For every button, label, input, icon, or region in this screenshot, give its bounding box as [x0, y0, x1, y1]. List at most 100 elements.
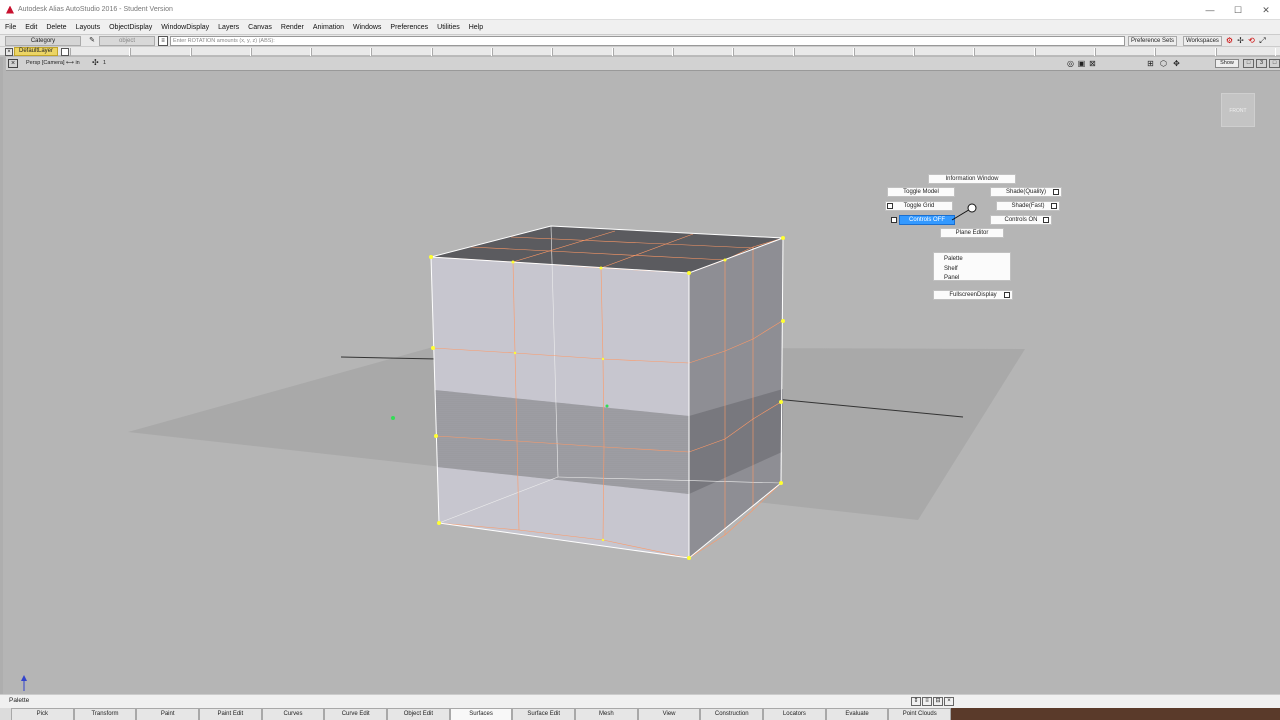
sphere-icon[interactable]: ⬡: [1157, 58, 1170, 69]
menu-windows[interactable]: Windows: [353, 24, 381, 31]
controls-on-option-icon[interactable]: [1043, 217, 1049, 223]
workspace-icons: ⚙ ✢ ⟲ ⤢: [1224, 35, 1268, 46]
show-button[interactable]: Show: [1215, 59, 1239, 68]
menu-utilities[interactable]: Utilities: [437, 24, 460, 31]
shade-quality-option-icon[interactable]: [1053, 189, 1059, 195]
expand-icon[interactable]: ⤢: [1257, 35, 1268, 46]
object-field[interactable]: object: [99, 36, 155, 46]
palette-grid-icon[interactable]: ⊟: [933, 697, 943, 706]
axis-icon[interactable]: ✥: [1170, 58, 1183, 69]
marking-menu-cursor: [951, 203, 977, 221]
plane-editor-button[interactable]: Plane Editor: [940, 228, 1004, 238]
shade-quality-button[interactable]: Shade(Quality): [990, 187, 1062, 197]
command-input[interactable]: Enter ROTATION amounts (x, y, z) (ABS):: [170, 36, 1125, 46]
pick-object-icon[interactable]: ✎: [86, 36, 98, 46]
tab-curves[interactable]: Curves: [261, 708, 325, 720]
3d-scene: [21, 225, 1025, 691]
palette-item[interactable]: Palette: [944, 255, 1000, 265]
tab-point-clouds[interactable]: Point Clouds: [888, 708, 952, 720]
viewport-tools-2: ⊞ ⬡ ✥: [1144, 58, 1183, 69]
minimize-icon[interactable]: —: [1196, 0, 1224, 20]
toggle-grid-option-icon[interactable]: [887, 203, 893, 209]
viewport-close-icon[interactable]: ×: [8, 59, 18, 68]
default-layer-chip[interactable]: DefaultLayer: [14, 47, 58, 56]
tab-locators[interactable]: Locators: [763, 708, 826, 720]
menu-canvas[interactable]: Canvas: [248, 24, 272, 31]
palette-list-icon[interactable]: ≡: [922, 697, 932, 706]
menu-render[interactable]: Render: [281, 24, 304, 31]
single-view-icon[interactable]: □: [1243, 59, 1254, 68]
tab-object-edit[interactable]: Object Edit: [387, 708, 450, 720]
menu-layouts[interactable]: Layouts: [76, 24, 101, 31]
zoom-icon[interactable]: ⊠: [1087, 58, 1098, 69]
desktop-background-strip: [951, 708, 1280, 720]
workspaces-button[interactable]: Workspaces: [1183, 36, 1222, 46]
tab-surfaces[interactable]: Surfaces: [449, 708, 513, 720]
camera-label[interactable]: Persp [Camera] ⟷ in: [26, 60, 80, 66]
menu-objectdisplay[interactable]: ObjectDisplay: [109, 24, 152, 31]
move-icon[interactable]: ✣: [92, 58, 99, 67]
palette-tabs: Pick Transform Paint Paint Edit Curves C…: [11, 708, 952, 720]
quad-view-icon[interactable]: 3: [1256, 59, 1267, 68]
tab-evaluate[interactable]: Evaluate: [825, 708, 889, 720]
menu-animation[interactable]: Animation: [313, 24, 344, 31]
layer-close-icon[interactable]: ×: [5, 48, 13, 56]
viewport-tools: ◎ ▣ ⊠: [1065, 58, 1098, 69]
window-title: Autodesk Alias AutoStudio 2016 - Student…: [18, 6, 173, 13]
category-button[interactable]: Category: [5, 36, 81, 46]
palette-scroll-icon[interactable]: ⇕: [911, 697, 921, 706]
grid-icon[interactable]: ⊞: [1144, 58, 1157, 69]
viewport-window-icons: □ 3 □: [1243, 59, 1280, 68]
preference-sets-button[interactable]: Preference Sets: [1128, 36, 1178, 46]
tab-view[interactable]: View: [637, 708, 701, 720]
tab-pick[interactable]: Pick: [11, 708, 74, 720]
maximize-icon[interactable]: ☐: [1224, 0, 1252, 20]
menu-bar: File Edit Delete Layouts ObjectDisplay W…: [0, 20, 1280, 34]
tab-curve-edit[interactable]: Curve Edit: [324, 708, 388, 720]
controls-off-button[interactable]: Controls OFF: [899, 215, 955, 225]
fullscreen-display-button[interactable]: FullscreenDisplay: [933, 290, 1013, 300]
viewport-count: 1: [103, 60, 107, 66]
window-controls: — ☐ ✕: [1196, 0, 1280, 20]
menu-file[interactable]: File: [5, 24, 16, 31]
information-window-button[interactable]: Information Window: [928, 174, 1016, 184]
menu-edit[interactable]: Edit: [25, 24, 37, 31]
layout-icon[interactable]: □: [1269, 59, 1280, 68]
panel-item[interactable]: Panel: [944, 274, 1000, 284]
menu-delete[interactable]: Delete: [46, 24, 66, 31]
shelf-item[interactable]: Shelf: [944, 265, 1000, 275]
viewcube[interactable]: FRONT: [1221, 93, 1255, 127]
palette-close-icon[interactable]: ×: [944, 697, 954, 706]
palette-icons: ⇕ ≡ ⊟ ×: [911, 697, 955, 706]
pivot-point: [391, 416, 395, 420]
frame-icon[interactable]: ▣: [1076, 58, 1087, 69]
tab-mesh[interactable]: Mesh: [575, 708, 638, 720]
fullscreen-display-option-icon[interactable]: [1004, 292, 1010, 298]
menu-preferences[interactable]: Preferences: [390, 24, 428, 31]
viewport-header: × Persp [Camera] ⟷ in ✣ 1 ◎ ▣ ⊠ ⊞ ⬡ ✥ Sh…: [6, 57, 1280, 71]
pin-icon[interactable]: ✢: [1235, 35, 1246, 46]
tab-transform[interactable]: Transform: [73, 708, 137, 720]
tab-paint[interactable]: Paint: [136, 708, 200, 720]
tab-paint-edit[interactable]: Paint Edit: [199, 708, 262, 720]
camera-icon[interactable]: ◎: [1065, 58, 1076, 69]
prompt-bar: Category ✎ object ≡ Enter ROTATION amoun…: [0, 34, 1280, 46]
menu-layers[interactable]: Layers: [218, 24, 239, 31]
toggle-model-button[interactable]: Toggle Model: [887, 187, 955, 197]
toggle-grid-button[interactable]: Toggle Grid: [885, 201, 953, 211]
palette-label: Palette: [9, 697, 30, 704]
menu-help[interactable]: Help: [469, 24, 483, 31]
palette-bar: Palette ⇕ ≡ ⊟ ×: [0, 694, 1280, 708]
menu-windowdisplay[interactable]: WindowDisplay: [161, 24, 209, 31]
gear-icon[interactable]: ⚙: [1224, 35, 1235, 46]
tab-surface-edit[interactable]: Surface Edit: [512, 708, 576, 720]
tab-construction[interactable]: Construction: [700, 708, 764, 720]
perspective-viewport[interactable]: × Persp [Camera] ⟷ in ✣ 1 ◎ ▣ ⊠ ⊞ ⬡ ✥ Sh…: [0, 57, 1280, 694]
prompt-history-icon[interactable]: ≡: [158, 36, 168, 46]
close-icon[interactable]: ✕: [1252, 0, 1280, 20]
app-logo-icon: [6, 5, 14, 14]
controls-off-option-icon[interactable]: [891, 217, 897, 223]
shade-fast-option-icon[interactable]: [1051, 203, 1057, 209]
layer-toggle-box[interactable]: [61, 48, 69, 56]
reset-icon[interactable]: ⟲: [1246, 35, 1257, 46]
